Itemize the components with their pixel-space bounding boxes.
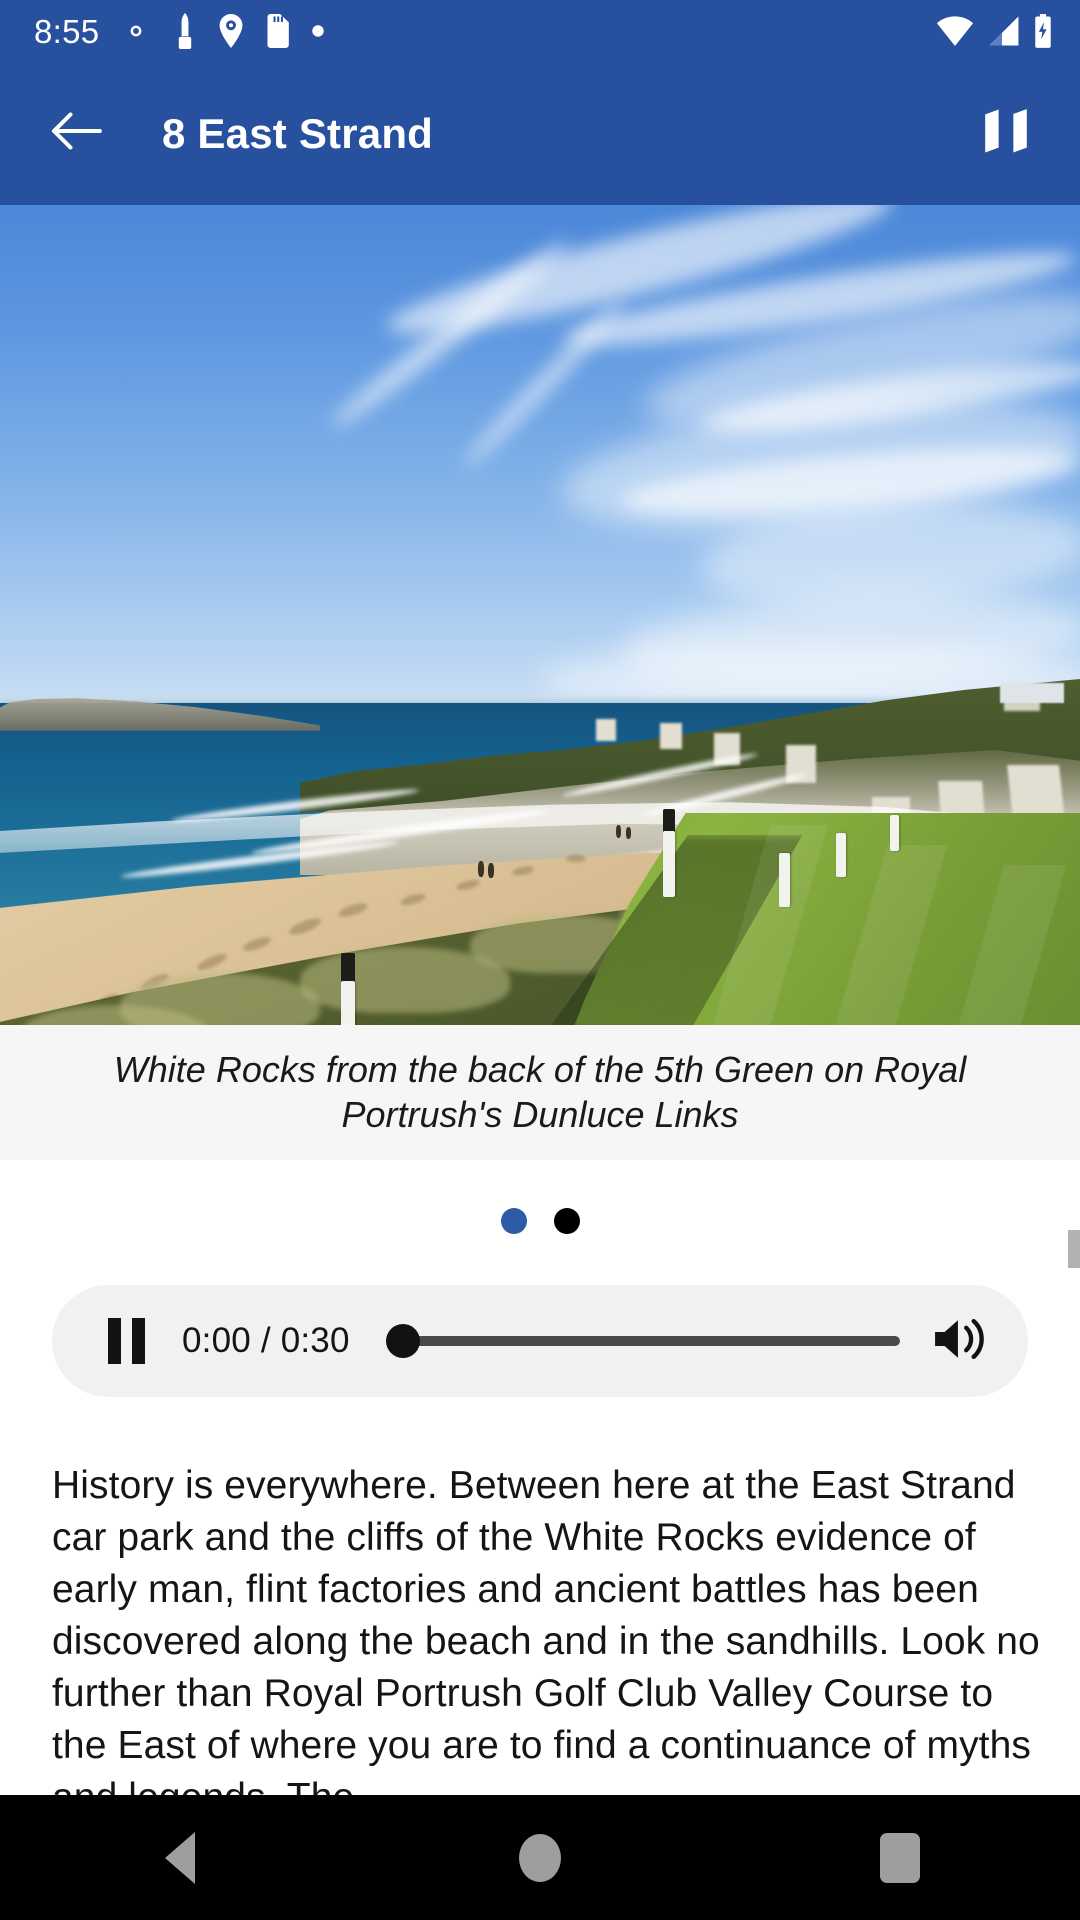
carousel-pager xyxy=(0,1208,1080,1234)
article-body: History is everywhere. Between here at t… xyxy=(52,1464,1040,1819)
location-pin-icon xyxy=(217,14,245,48)
photo-canvas xyxy=(0,205,1080,1025)
audio-time-display: 0:00 / 0:30 xyxy=(182,1321,350,1360)
status-bar-left: 8:55 xyxy=(34,13,936,49)
status-bar-right xyxy=(936,14,1054,48)
course-marker-post xyxy=(836,833,846,877)
app-screen: 8:55 8 East Strand White Rocks from the … xyxy=(0,0,1080,1920)
battery-charging-icon xyxy=(1032,14,1054,48)
sd-card-icon xyxy=(265,14,291,48)
course-marker-post xyxy=(663,809,675,833)
status-clock: 8:55 xyxy=(34,12,100,50)
course-marker-post xyxy=(663,831,675,897)
seek-track xyxy=(385,1336,900,1346)
photo-caption-text: White Rocks from the back of the 5th Gre… xyxy=(113,1048,967,1135)
map-icon xyxy=(980,105,1032,162)
pause-button[interactable] xyxy=(108,1318,145,1364)
scrollbar-thumb[interactable] xyxy=(1068,1230,1080,1268)
course-marker-post xyxy=(341,981,355,1025)
nav-recents-button[interactable] xyxy=(825,1795,975,1920)
pager-dot-2[interactable] xyxy=(553,1208,580,1234)
small-dot-icon xyxy=(311,24,325,38)
nav-back-icon xyxy=(165,1831,195,1884)
seek-knob[interactable] xyxy=(385,1324,420,1358)
nav-back-button[interactable] xyxy=(105,1795,255,1920)
system-nav-bar xyxy=(0,1795,1080,1920)
course-marker-post xyxy=(341,953,355,983)
page-title: 8 East Strand xyxy=(162,109,434,157)
pause-icon-bar-right xyxy=(132,1318,145,1364)
app-bar: 8 East Strand xyxy=(0,62,1080,205)
status-bar: 8:55 xyxy=(0,0,1080,62)
beach-walker xyxy=(478,861,484,877)
clifftop-building xyxy=(1000,683,1064,703)
wifi-icon xyxy=(936,15,974,47)
audio-seek-slider[interactable] xyxy=(385,1318,900,1364)
nav-home-icon xyxy=(519,1833,561,1882)
beach-walker xyxy=(488,863,494,878)
nav-recents-icon xyxy=(880,1832,920,1883)
cellular-signal-icon xyxy=(986,15,1020,47)
pager-dot-1[interactable] xyxy=(500,1208,527,1234)
back-button[interactable] xyxy=(40,98,112,170)
course-marker-post xyxy=(779,853,790,907)
monument-icon xyxy=(173,13,197,49)
course-marker-post xyxy=(890,815,899,851)
audio-player: 0:00 / 0:30 xyxy=(52,1285,1028,1397)
article-photo[interactable] xyxy=(0,205,1080,1025)
back-arrow-icon xyxy=(48,109,104,158)
beach-walker xyxy=(616,825,621,838)
gear-icon xyxy=(119,14,153,48)
pause-icon-bar-left xyxy=(108,1318,121,1364)
nav-home-button[interactable] xyxy=(465,1795,615,1920)
volume-button[interactable] xyxy=(930,1311,990,1371)
beach-walker xyxy=(626,827,631,839)
map-button[interactable] xyxy=(970,98,1042,170)
photo-caption: White Rocks from the back of the 5th Gre… xyxy=(0,1025,1080,1160)
page-scrollbar[interactable] xyxy=(1068,205,1080,1795)
volume-icon xyxy=(933,1315,987,1368)
